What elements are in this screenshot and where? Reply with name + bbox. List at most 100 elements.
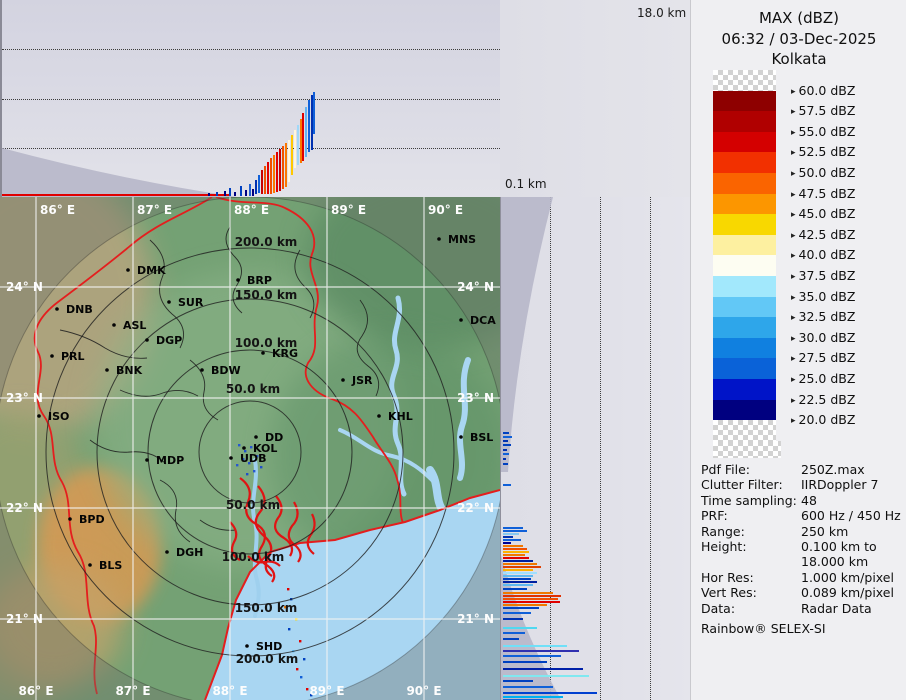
echo-bar: [503, 607, 539, 609]
echo-bar: [503, 692, 597, 694]
info-label: Range:: [701, 524, 745, 539]
latitude-label: 24° N: [6, 280, 43, 294]
city-dot: [341, 378, 345, 382]
echo-bar: [503, 581, 537, 583]
side-height-profile-panel: [500, 197, 690, 700]
city-label: BRP: [247, 274, 272, 287]
info-value: 600 Hz / 450 Hz: [801, 508, 901, 523]
dbz-color-band: [713, 91, 776, 112]
echo-speck: [300, 676, 302, 678]
echo-speck: [287, 588, 289, 590]
city-label: DGH: [176, 546, 203, 559]
dbz-tick-label: 30.0 dBZ: [791, 330, 855, 345]
range-ring-label: 50.0 km: [226, 382, 280, 396]
dbz-tick-label: 20.0 dBZ: [791, 412, 855, 427]
dbz-tick-label: 32.5 dBZ: [791, 309, 855, 324]
latitude-label: 22° N: [6, 501, 43, 515]
echo-bar: [503, 542, 511, 544]
radar-site-name: Kolkata: [691, 49, 906, 70]
echo-bar: [503, 661, 547, 663]
longitude-label: 89° E: [309, 684, 344, 698]
legend-panel: MAX (dBZ) 06:32 / 03-Dec-2025 Kolkata 60…: [690, 0, 906, 700]
latitude-label: 21° N: [6, 612, 43, 626]
product-name: MAX (dBZ): [691, 8, 906, 29]
echo-bar: [245, 190, 247, 196]
echo-speck: [306, 688, 308, 690]
dbz-tick-label: 60.0 dBZ: [791, 83, 855, 98]
city-dot: [55, 307, 59, 311]
city-label: MDP: [156, 454, 184, 467]
echo-bar: [503, 645, 567, 647]
info-label: Data:: [701, 601, 735, 616]
echo-bar: [229, 188, 231, 196]
echo-bar: [503, 484, 511, 486]
echo-bar: [503, 668, 583, 670]
dbz-color-band: [713, 358, 776, 379]
echo-bar: [503, 680, 533, 682]
city-dot: [229, 456, 233, 460]
echo-bar: [503, 588, 527, 590]
software-brand: Rainbow® SELEX-SI: [701, 621, 826, 636]
scan-datetime: 06:32 / 03-Dec-2025: [691, 29, 906, 50]
range-ring-label: 200.0 km: [236, 652, 299, 666]
radar-map-panel: 86° E86° E87° E87° E88° E88° E89° E89° E…: [0, 197, 500, 700]
legend-title-block: MAX (dBZ) 06:32 / 03-Dec-2025 Kolkata: [691, 8, 906, 70]
echo-bar: [240, 186, 242, 196]
longitude-label: 88° E: [212, 684, 247, 698]
info-label: Hor Res:: [701, 570, 754, 585]
echo-bar: [503, 592, 553, 594]
info-row: 18.000 km: [701, 554, 901, 569]
info-label: PRF:: [701, 508, 728, 523]
dbz-tick-label: 57.5 dBZ: [791, 103, 855, 118]
info-row: Clutter Filter:IIRDoppler 7: [701, 477, 901, 492]
radar-application-window: 18.0 km 0.1 km: [0, 0, 906, 700]
echo-speck: [296, 668, 298, 670]
echo-bar: [503, 449, 507, 451]
dbz-color-band: [713, 194, 776, 215]
echo-bar: [503, 551, 529, 553]
longitude-label: 86° E: [40, 203, 75, 217]
echo-bar: [216, 192, 218, 196]
dbz-color-band: [713, 214, 776, 235]
dbz-tick-label: 52.5 dBZ: [791, 144, 855, 159]
beam-blockage-wedges: [501, 197, 690, 700]
city-label: BDW: [211, 364, 241, 377]
latitude-label: 23° N: [457, 391, 494, 405]
echo-bar: [503, 650, 579, 652]
dbz-tick-label: 25.0 dBZ: [791, 371, 855, 386]
echo-bar: [503, 598, 558, 600]
city-label: DGP: [156, 334, 182, 347]
info-label: Height:: [701, 539, 747, 554]
info-value: 250 km: [801, 524, 848, 539]
city-label: SUR: [178, 296, 204, 309]
echo-bar: [503, 548, 527, 550]
echo-bar: [503, 436, 512, 438]
city-dot: [254, 435, 258, 439]
info-value: 250Z.max: [801, 462, 865, 477]
city-dot: [50, 354, 54, 358]
side-height-axis-min-label: 0.1 km: [505, 177, 547, 191]
info-value: IIRDoppler 7: [801, 477, 878, 492]
dbz-color-scale: [713, 70, 776, 441]
city-dot: [242, 446, 246, 450]
dbz-color-band: [713, 379, 776, 400]
echo-bar: [503, 527, 523, 529]
no-data-swatch: [713, 441, 781, 458]
info-row: Range: 250 km: [701, 524, 901, 539]
info-value: 0.089 km/pixel: [801, 585, 894, 600]
city-label: BLS: [99, 559, 122, 572]
city-label: BPD: [79, 513, 105, 526]
echo-bar: [252, 189, 254, 196]
city-dot: [245, 644, 249, 648]
top-height-profile-panel: [0, 0, 502, 197]
longitude-label: 87° E: [137, 203, 172, 217]
city-dot: [105, 368, 109, 372]
city-label: KHL: [388, 410, 413, 423]
dbz-tick-label: 45.0 dBZ: [791, 206, 855, 221]
echo-bar: [503, 566, 541, 568]
echo-bar: [503, 655, 561, 657]
echo-bar: [503, 578, 531, 580]
info-value: 1.000 km/pixel: [801, 570, 894, 585]
longitude-label: 87° E: [115, 684, 150, 698]
echo-bar: [503, 696, 563, 698]
